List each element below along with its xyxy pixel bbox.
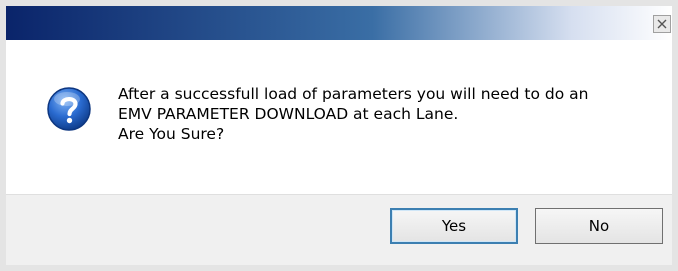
- question-icon: [47, 87, 91, 131]
- no-button[interactable]: No: [535, 208, 663, 244]
- close-button[interactable]: [653, 15, 671, 33]
- message-line: Are You Sure?: [118, 125, 225, 143]
- message-line: After a successfull load of parameters y…: [118, 85, 589, 103]
- close-icon: [657, 19, 667, 29]
- title-bar[interactable]: [6, 6, 672, 40]
- yes-button[interactable]: Yes: [390, 208, 518, 244]
- dialog-content: After a successfull load of parameters y…: [6, 40, 672, 194]
- window-frame-right: [672, 0, 678, 271]
- message-dialog: After a successfull load of parameters y…: [0, 0, 678, 271]
- message-line: EMV PARAMETER DOWNLOAD at each Lane.: [118, 105, 459, 123]
- dialog-message: After a successfull load of parameters y…: [118, 84, 658, 144]
- dialog-button-bar: Yes No: [6, 194, 672, 265]
- window-frame-bottom: [0, 265, 678, 271]
